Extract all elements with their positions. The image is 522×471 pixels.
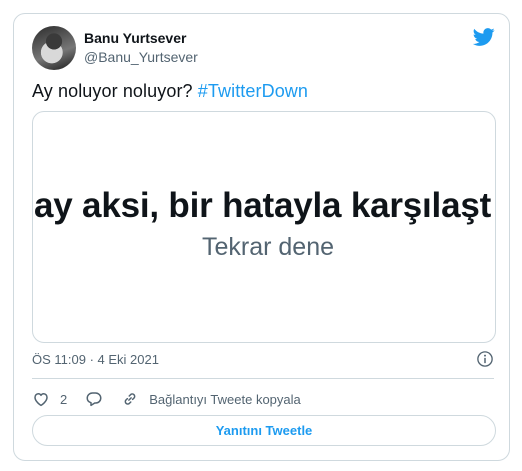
heart-icon — [34, 393, 48, 407]
twitter-bird-icon[interactable] — [473, 26, 495, 48]
reply-tweet-button[interactable]: Yanıtını Tweetle — [32, 415, 496, 446]
tweet-body: Ay noluyor noluyor? — [32, 81, 198, 101]
author-name[interactable]: Banu Yurtsever — [84, 30, 186, 46]
info-icon[interactable] — [476, 350, 494, 368]
link-icon — [124, 393, 136, 405]
media-error-text: ay aksi, bir hatayla karşılaşt — [34, 186, 492, 225]
hashtag-link[interactable]: #TwitterDown — [198, 81, 308, 101]
reply-icon — [86, 392, 102, 407]
tweet-text: Ay noluyor noluyor? #TwitterDown — [32, 81, 308, 102]
media-retry-text: Tekrar dene — [201, 233, 335, 261]
copy-link-label: Bağlantıyı Tweete kopyala — [149, 391, 301, 407]
reply-button[interactable] — [85, 390, 103, 408]
like-count: 2 — [60, 391, 68, 407]
tweet-media[interactable]: ay aksi, bir hatayla karşılaşt Tekrar de… — [32, 111, 496, 343]
tweet-card: Banu Yurtsever @Banu_Yurtsever Ay noluyo… — [13, 13, 510, 461]
divider — [32, 378, 494, 379]
action-bar: 2 Bağlantıyı Tweete kopyala — [32, 388, 319, 410]
copy-link-button[interactable]: Bağlantıyı Tweete kopyala — [121, 390, 301, 408]
tweet-timestamp[interactable]: ÖS 11:09 · 4 Eki 2021 — [32, 352, 159, 367]
avatar[interactable] — [32, 26, 76, 70]
author-handle[interactable]: @Banu_Yurtsever — [84, 49, 198, 65]
like-button[interactable]: 2 — [32, 390, 67, 408]
